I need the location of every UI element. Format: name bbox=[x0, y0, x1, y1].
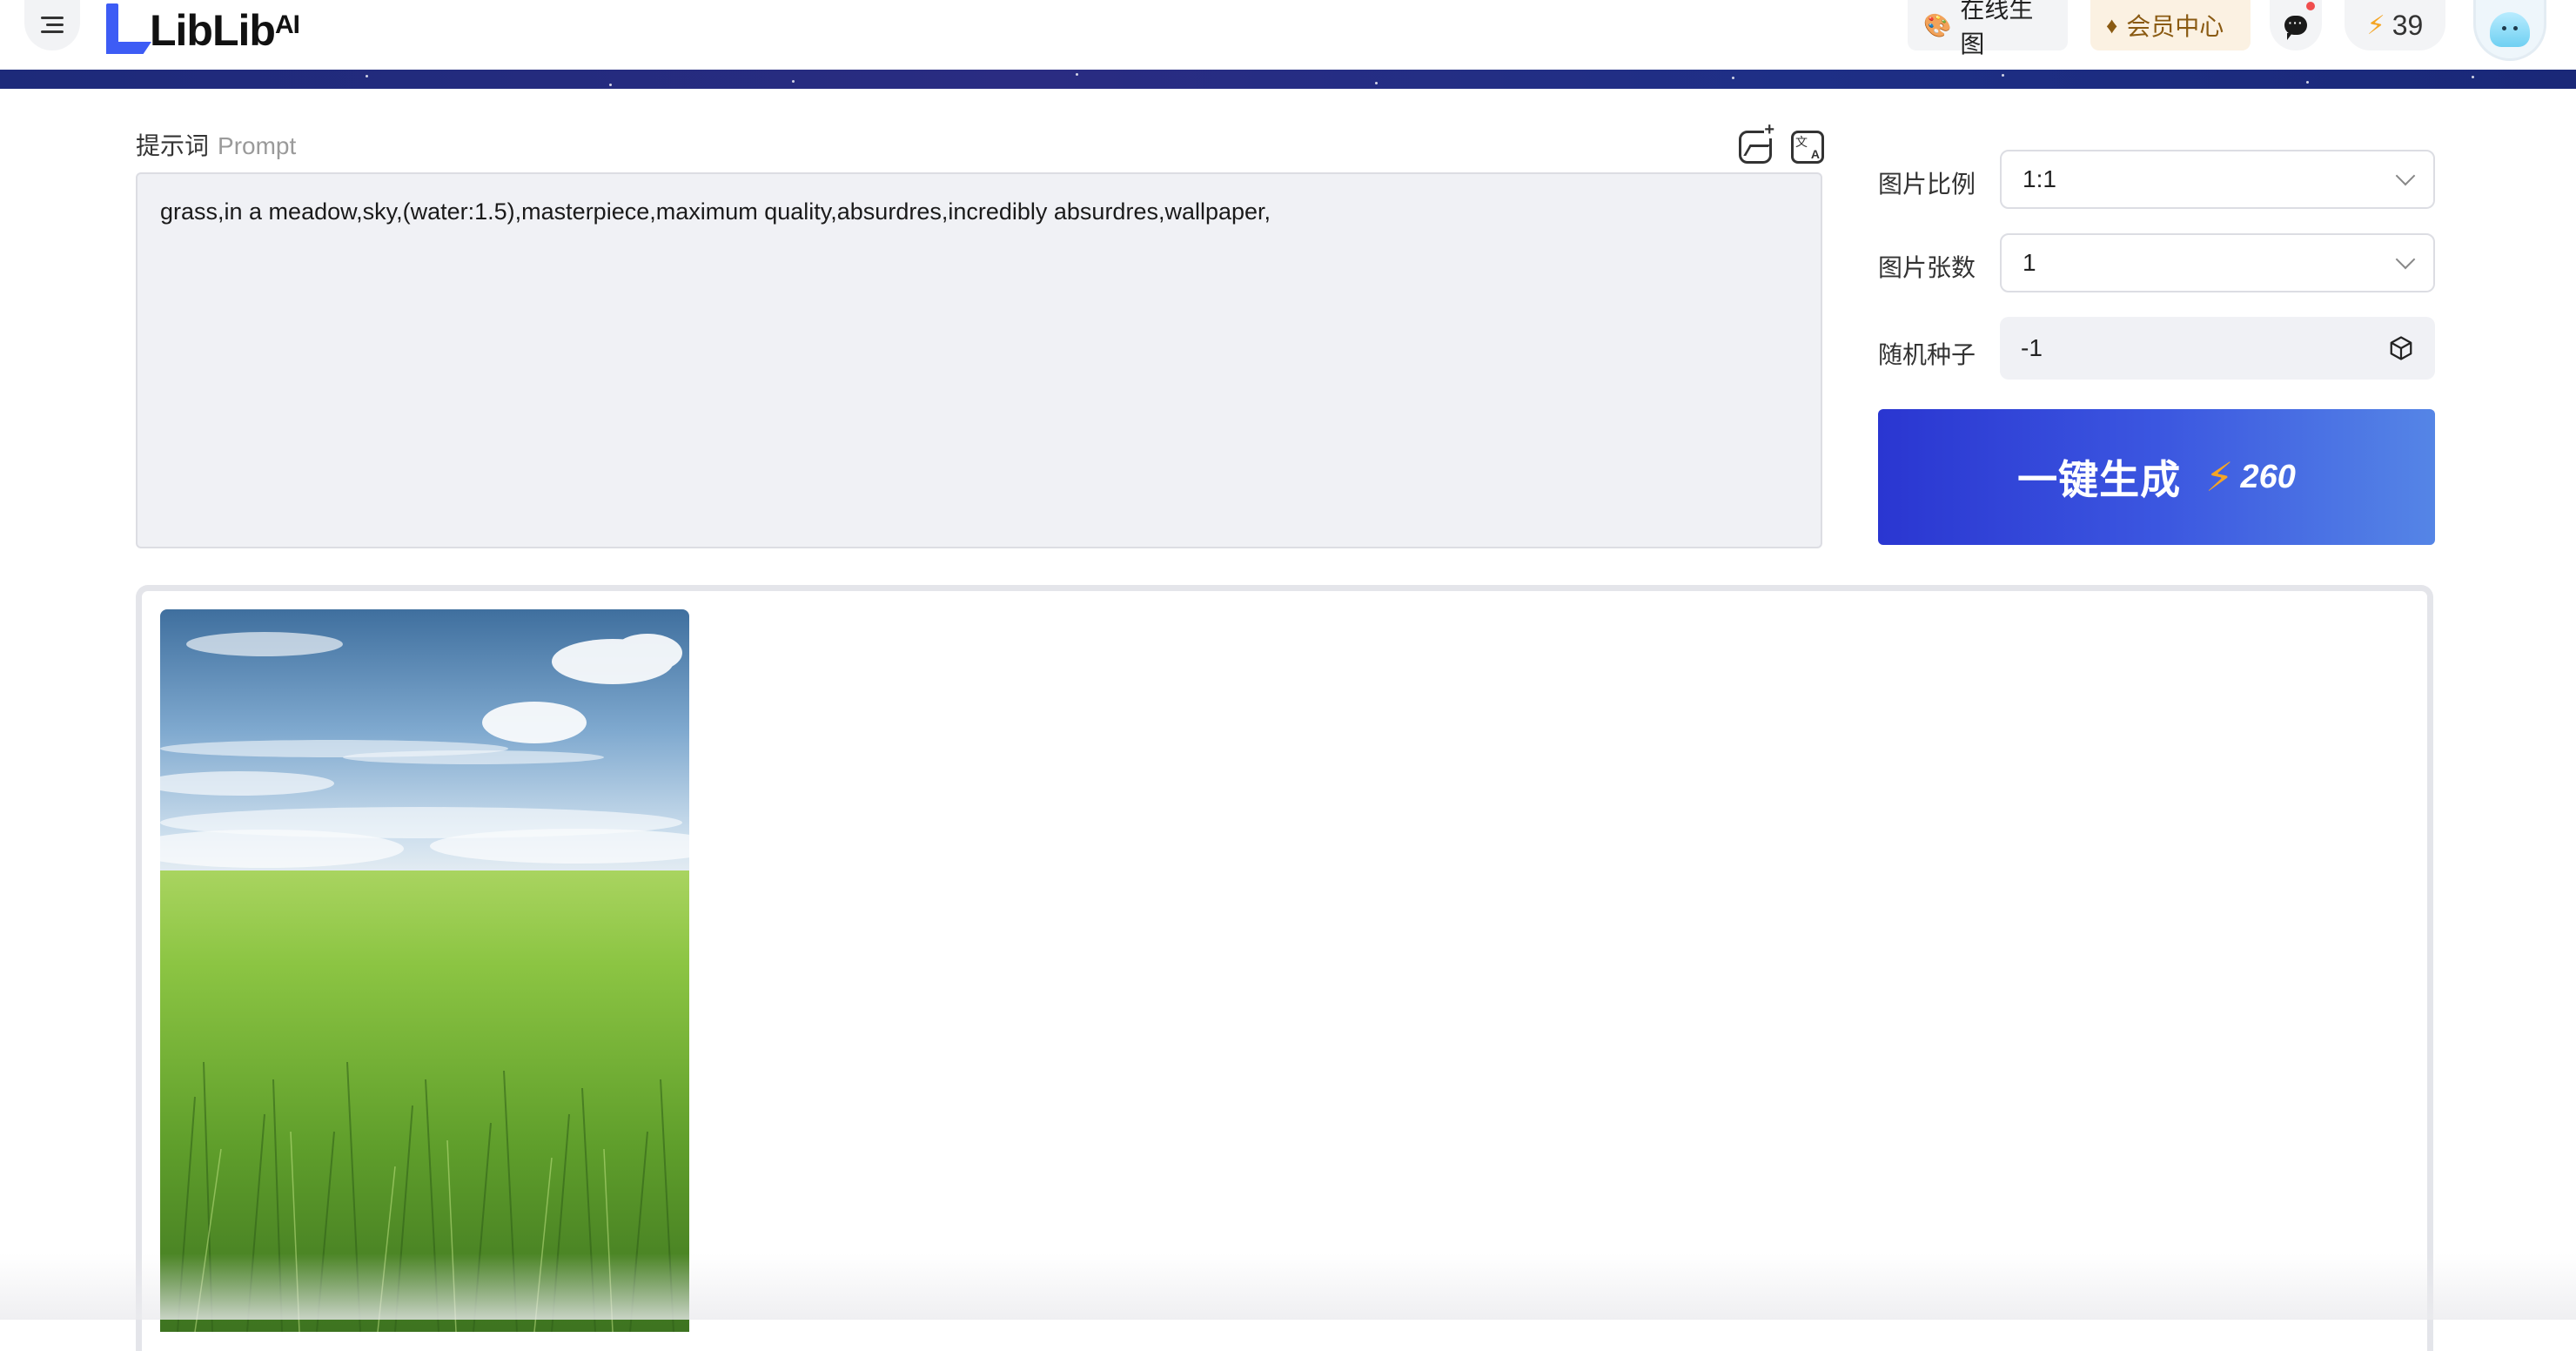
credits-button[interactable]: ⚡ 39 bbox=[2345, 0, 2445, 50]
diamond-icon: ♦ bbox=[2106, 11, 2118, 38]
ratio-select[interactable]: 1:1 bbox=[2000, 150, 2435, 209]
avatar-character-icon bbox=[2490, 11, 2530, 47]
avatar[interactable] bbox=[2473, 0, 2546, 61]
hamburger-icon bbox=[41, 17, 64, 34]
credits-count: 39 bbox=[2392, 9, 2424, 41]
count-value: 1 bbox=[2023, 249, 2036, 276]
messages-button[interactable]: ··· bbox=[2270, 0, 2322, 50]
chevron-down-icon bbox=[2395, 249, 2416, 270]
starry-banner bbox=[0, 70, 2576, 89]
prompt-textarea[interactable]: grass,in a meadow,sky,(water:1.5),master… bbox=[136, 172, 1822, 548]
generate-button[interactable]: 一键生成 ⚡ 260 bbox=[1878, 409, 2435, 545]
bolt-icon: ⚡ bbox=[2205, 454, 2234, 500]
prompt-label-cn: 提示词 bbox=[136, 132, 210, 159]
translate-icon[interactable] bbox=[1791, 131, 1824, 164]
chevron-down-icon bbox=[2395, 165, 2416, 186]
seed-label: 随机种子 bbox=[1878, 341, 1976, 368]
menu-button[interactable] bbox=[24, 0, 80, 50]
seed-input[interactable]: -1 bbox=[2000, 317, 2435, 380]
count-select[interactable]: 1 bbox=[2000, 233, 2435, 292]
notification-dot bbox=[2306, 2, 2315, 10]
count-label: 图片张数 bbox=[1878, 254, 1976, 281]
logo-mark-icon bbox=[106, 3, 146, 54]
vip-center-label: 会员中心 bbox=[2126, 13, 2224, 40]
online-generate-button[interactable]: 🎨 在线生图 bbox=[1908, 0, 2068, 57]
online-generate-label: 在线生图 bbox=[1960, 0, 2034, 57]
generate-label: 一键生成 bbox=[2017, 457, 2182, 502]
logo-text: LibLibAI bbox=[150, 6, 300, 55]
generated-image[interactable] bbox=[160, 609, 689, 1332]
logo[interactable]: LibLibAI bbox=[106, 0, 300, 55]
message-icon: ··· bbox=[2284, 16, 2307, 40]
dice-icon[interactable] bbox=[2388, 335, 2414, 361]
top-header: LibLibAI 🎨 在线生图 ♦ 会员中心 ··· ⚡ 39 bbox=[0, 0, 2576, 70]
seed-value: -1 bbox=[2021, 334, 2043, 361]
bolt-icon: ⚡ bbox=[2366, 10, 2385, 40]
ratio-label: 图片比例 bbox=[1878, 171, 1976, 198]
palette-icon: 🎨 bbox=[1923, 11, 1952, 38]
vip-center-button[interactable]: ♦ 会员中心 bbox=[2090, 0, 2251, 50]
prompt-label-en: Prompt bbox=[218, 132, 297, 159]
generate-cost: ⚡ 260 bbox=[2205, 454, 2296, 501]
image-to-prompt-icon[interactable] bbox=[1739, 121, 1774, 164]
prompt-label: 提示词 Prompt bbox=[136, 127, 296, 162]
ratio-value: 1:1 bbox=[2023, 165, 2056, 192]
generate-cost-value: 260 bbox=[2240, 458, 2296, 495]
